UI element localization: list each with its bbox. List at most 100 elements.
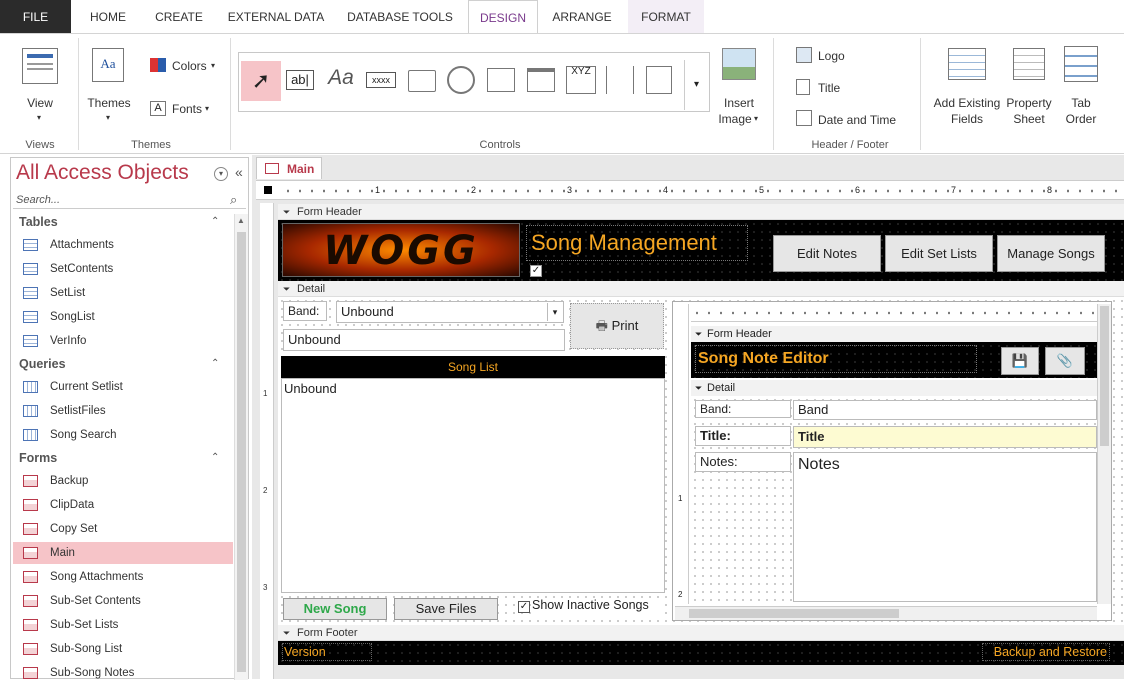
- tab-design[interactable]: DESIGN: [468, 0, 538, 34]
- navigation-control-icon[interactable]: [527, 68, 555, 92]
- sub-notes-field[interactable]: Notes: [793, 452, 1097, 602]
- scroll-thumb[interactable]: [237, 232, 246, 672]
- nav-menu-icon[interactable]: ▾: [214, 167, 228, 181]
- sub-band-label[interactable]: Band:: [695, 400, 791, 418]
- add-existing-fields-icon[interactable]: [948, 48, 986, 80]
- band-dropdown-icon[interactable]: ▾: [547, 303, 562, 321]
- tab-arrange[interactable]: ARRANGE: [544, 0, 620, 33]
- collapse-group-icon[interactable]: ⌃: [211, 358, 219, 369]
- song-notes-subform[interactable]: 1 2 ⏷ Form Header Song Note Editor 💾 📎 ⏷…: [672, 301, 1112, 621]
- nav-item-attachments[interactable]: Attachments: [13, 234, 233, 256]
- nav-item-setlist[interactable]: SetList: [13, 282, 233, 304]
- gallery-more-icon[interactable]: ▾: [684, 60, 708, 110]
- tab-order-line2[interactable]: Order: [1060, 111, 1102, 127]
- button-control-icon[interactable]: xxxx: [366, 72, 396, 88]
- view-button[interactable]: View: [14, 95, 66, 111]
- footer-version[interactable]: Version: [282, 643, 372, 661]
- insert-image-line1[interactable]: Insert: [710, 95, 768, 111]
- band-combo[interactable]: Unbound: [336, 301, 564, 323]
- add-existing-line2[interactable]: Fields: [932, 111, 1002, 127]
- nav-item-clipdata[interactable]: ClipData: [13, 494, 233, 516]
- subform-vscrollbar[interactable]: [1097, 304, 1111, 604]
- form-footer-band[interactable]: ⏷ Form Footer: [278, 625, 1124, 641]
- nav-item-copy-set[interactable]: Copy Set: [13, 518, 233, 540]
- nav-item-backup[interactable]: Backup: [13, 470, 233, 492]
- option-group-icon[interactable]: XYZ: [566, 66, 596, 94]
- colors-button[interactable]: Colors: [172, 58, 212, 74]
- nav-item-songlist[interactable]: SongList: [13, 306, 233, 328]
- nav-item-sub-set-lists[interactable]: Sub-Set Lists: [13, 614, 233, 636]
- tab-order-line1[interactable]: Tab: [1060, 95, 1102, 111]
- tab-order-icon[interactable]: [1064, 46, 1098, 82]
- nav-scrollbar[interactable]: ▲: [234, 214, 248, 680]
- nav-item-sub-song-list[interactable]: Sub-Song List: [13, 638, 233, 660]
- document-tab-main[interactable]: Main: [256, 157, 322, 179]
- nav-group-queries[interactable]: Queries: [19, 357, 66, 371]
- song-note-editor-title[interactable]: Song Note Editor: [695, 345, 977, 373]
- nav-item-song-search[interactable]: Song Search: [13, 424, 233, 446]
- add-existing-line1[interactable]: Add Existing: [932, 95, 1002, 111]
- nav-item-current-setlist[interactable]: Current Setlist: [13, 376, 233, 398]
- subform-hscrollbar[interactable]: [675, 606, 1097, 620]
- sub-title-field[interactable]: Title: [793, 426, 1097, 448]
- property-sheet-line1[interactable]: Property: [1000, 95, 1058, 111]
- collapse-group-icon[interactable]: ⌃: [211, 216, 219, 227]
- date-time-button[interactable]: Date and Time: [818, 112, 908, 128]
- select-pointer-icon[interactable]: ➚: [241, 61, 281, 101]
- show-inactive-checkbox[interactable]: ✓: [518, 601, 530, 613]
- nav-title[interactable]: All Access Objects: [16, 161, 189, 185]
- subform-hscroll-thumb[interactable]: [689, 609, 899, 618]
- sub-band-field[interactable]: Band: [793, 400, 1097, 420]
- app-title[interactable]: Song Management: [526, 225, 748, 261]
- title-button[interactable]: Title: [818, 80, 858, 96]
- song-list-box[interactable]: Unbound: [281, 378, 665, 593]
- themes-button[interactable]: Themes: [82, 95, 136, 111]
- tab-create[interactable]: CREATE: [146, 0, 212, 33]
- form-header-band[interactable]: ⏷ Form Header: [278, 204, 1124, 220]
- logo-button[interactable]: Logo: [818, 48, 858, 64]
- footer-backup-restore[interactable]: Backup and Restore: [982, 643, 1110, 661]
- new-song-button[interactable]: New Song: [283, 598, 387, 620]
- textbox-control-icon[interactable]: ab|: [286, 70, 314, 90]
- nav-item-verinfo[interactable]: VerInfo: [13, 330, 233, 352]
- detail-band[interactable]: ⏷ Detail: [278, 281, 1124, 297]
- view-icon[interactable]: [22, 48, 58, 84]
- nav-item-setcontents[interactable]: SetContents: [13, 258, 233, 280]
- nav-group-forms[interactable]: Forms: [19, 451, 57, 465]
- label-control-icon[interactable]: Aa: [326, 66, 356, 92]
- themes-icon[interactable]: Aa: [92, 48, 124, 82]
- subform-detail-band[interactable]: ⏷ Detail: [691, 380, 1097, 396]
- tab-file[interactable]: FILE: [0, 0, 71, 33]
- collapse-group-icon[interactable]: ⌃: [211, 452, 219, 463]
- tab-external-data[interactable]: EXTERNAL DATA: [220, 0, 332, 33]
- nav-item-setlistfiles[interactable]: SetlistFiles: [13, 400, 233, 422]
- band-label[interactable]: Band:: [283, 301, 327, 321]
- property-sheet-line2[interactable]: Sheet: [1000, 111, 1058, 127]
- tab-control-icon[interactable]: [408, 70, 436, 92]
- manage-songs-button[interactable]: Manage Songs: [997, 235, 1105, 272]
- nav-item-sub-song-notes[interactable]: Sub-Song Notes: [13, 662, 233, 684]
- save-note-button[interactable]: 💾: [1001, 347, 1039, 375]
- hyperlink-control-icon[interactable]: [447, 66, 475, 94]
- edit-notes-button[interactable]: Edit Notes: [773, 235, 881, 272]
- insert-image-icon[interactable]: [722, 48, 756, 80]
- tab-format[interactable]: FORMAT: [628, 0, 704, 33]
- unbound-field[interactable]: Unbound: [283, 329, 565, 351]
- header-checkbox[interactable]: ✓: [530, 265, 542, 277]
- save-files-button[interactable]: Save Files: [394, 598, 498, 620]
- nav-group-tables[interactable]: Tables: [19, 215, 58, 229]
- subform-vscroll-thumb[interactable]: [1100, 306, 1109, 446]
- web-browser-control-icon[interactable]: [487, 68, 515, 92]
- search-icon[interactable]: ⌕: [230, 192, 237, 208]
- page-break-icon[interactable]: [606, 66, 634, 94]
- edit-set-lists-button[interactable]: Edit Set Lists: [885, 235, 993, 272]
- tab-home[interactable]: HOME: [76, 0, 140, 33]
- attach-button[interactable]: 📎: [1045, 347, 1085, 375]
- wogg-logo[interactable]: WOGG: [282, 223, 520, 277]
- scroll-up-icon[interactable]: ▲: [237, 216, 245, 225]
- show-inactive-label[interactable]: Show Inactive Songs: [532, 598, 660, 616]
- nav-item-sub-set-contents[interactable]: Sub-Set Contents: [13, 590, 233, 612]
- property-sheet-icon[interactable]: [1013, 48, 1045, 80]
- tab-database-tools[interactable]: DATABASE TOOLS: [340, 0, 460, 33]
- form-selector[interactable]: [264, 186, 272, 194]
